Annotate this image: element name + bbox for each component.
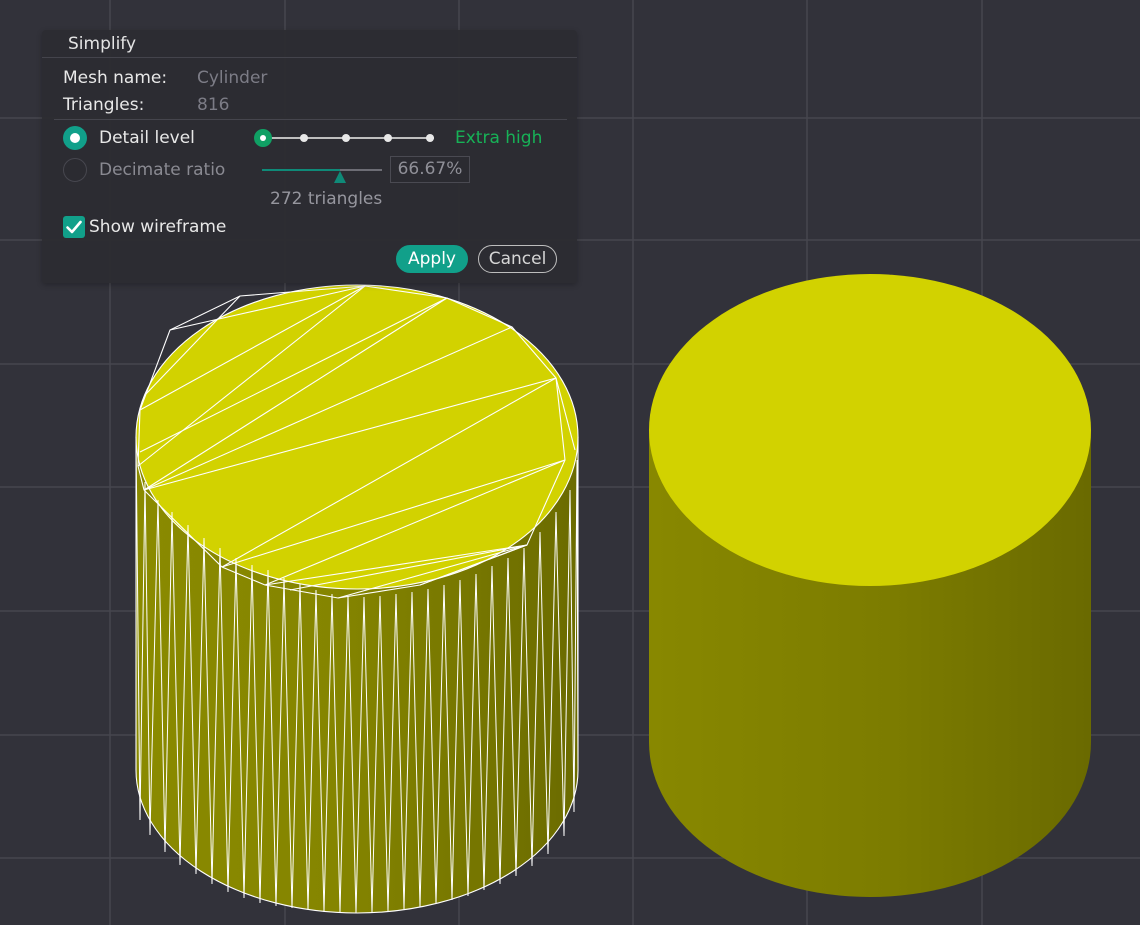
cancel-button[interactable]: Cancel (478, 245, 557, 273)
decimate-ratio-field[interactable]: 66.67% (390, 156, 470, 183)
checkmark-icon (66, 220, 82, 234)
triangles-value: 816 (197, 95, 230, 115)
show-wireframe-checkbox[interactable] (63, 216, 85, 238)
detail-stop-1[interactable] (254, 129, 272, 147)
result-triangles-text: 272 triangles (270, 189, 383, 209)
detail-stop-4[interactable] (384, 134, 392, 142)
mesh-name-label: Mesh name: (63, 68, 168, 88)
detail-stop-5[interactable] (426, 134, 434, 142)
detail-stop-3[interactable] (342, 134, 350, 142)
detail-level-label[interactable]: Detail level (99, 127, 195, 149)
simplify-panel: Simplify Mesh name: Cylinder Triangles: … (42, 30, 577, 283)
show-wireframe-label[interactable]: Show wireframe (89, 216, 226, 238)
original-cylinder[interactable] (649, 274, 1091, 897)
apply-button[interactable]: Apply (396, 245, 468, 273)
detail-level-radio[interactable] (63, 126, 87, 150)
detail-stop-2[interactable] (300, 134, 308, 142)
panel-title: Simplify (42, 30, 577, 58)
mesh-name-value: Cylinder (197, 68, 268, 88)
ratio-fill (262, 169, 340, 171)
triangles-label: Triangles: (63, 95, 145, 115)
detail-level-value: Extra high (455, 128, 543, 148)
panel-divider (54, 119, 567, 120)
decimate-ratio-label[interactable]: Decimate ratio (99, 159, 225, 181)
decimate-ratio-radio[interactable] (63, 158, 87, 182)
ratio-thumb[interactable] (334, 171, 346, 183)
simplified-cylinder[interactable] (135, 284, 579, 914)
